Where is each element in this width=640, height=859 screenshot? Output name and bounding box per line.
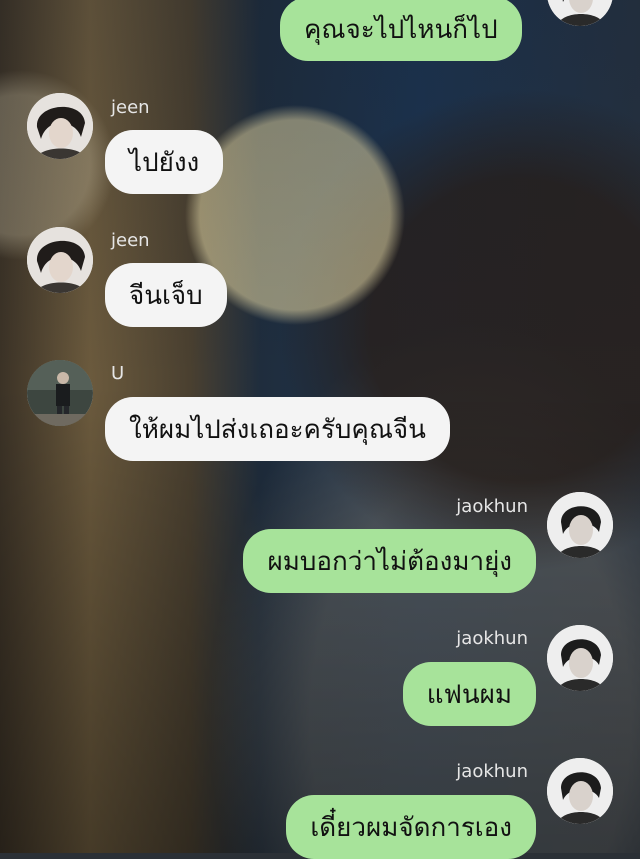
message-bubble-incoming[interactable]: ให้ผมไปส่งเถอะครับคุณจีน xyxy=(105,397,450,461)
message-text: ผมบอกว่าไม่ต้องมายุ่ง xyxy=(267,546,512,577)
chat-thread: คุณจะไปไหนก็ไป jeen ไปยังง jeen จีนเจ็บ … xyxy=(0,0,640,859)
jaokhun-avatar-icon[interactable] xyxy=(547,492,613,558)
sender-name: jaokhun xyxy=(456,628,528,649)
jaokhun-avatar-icon[interactable] xyxy=(547,0,613,26)
jeen-avatar-icon[interactable] xyxy=(27,227,93,293)
message-text: เดี๋ยวผมจัดการเอง xyxy=(310,812,512,843)
sender-name: jeen xyxy=(111,230,150,251)
message-bubble-outgoing[interactable]: เดี๋ยวผมจัดการเอง xyxy=(286,795,536,859)
sender-name: jaokhun xyxy=(456,496,528,517)
message-text: แฟนผม xyxy=(426,679,512,710)
sender-name: jaokhun xyxy=(456,761,528,782)
jaokhun-avatar-icon[interactable] xyxy=(547,625,613,691)
sender-name: U xyxy=(111,363,125,384)
message-text: จีนเจ็บ xyxy=(129,280,203,311)
message-bubble-incoming[interactable]: ไปยังง xyxy=(105,130,224,194)
message-bubble-incoming[interactable]: จีนเจ็บ xyxy=(105,263,227,327)
message-bubble-outgoing[interactable]: ผมบอกว่าไม่ต้องมายุ่ง xyxy=(243,529,536,593)
jeen-avatar-icon[interactable] xyxy=(27,93,93,159)
jaokhun-avatar-icon[interactable] xyxy=(547,758,613,824)
message-bubble-outgoing[interactable]: คุณจะไปไหนก็ไป xyxy=(280,0,522,61)
message-text: ไปยังง xyxy=(129,147,200,178)
u-avatar-icon[interactable] xyxy=(27,360,93,426)
message-text: คุณจะไปไหนก็ไป xyxy=(304,14,498,45)
message-bubble-outgoing[interactable]: แฟนผม xyxy=(402,662,536,726)
sender-name: jeen xyxy=(111,97,150,118)
message-text: ให้ผมไปส่งเถอะครับคุณจีน xyxy=(129,414,426,445)
